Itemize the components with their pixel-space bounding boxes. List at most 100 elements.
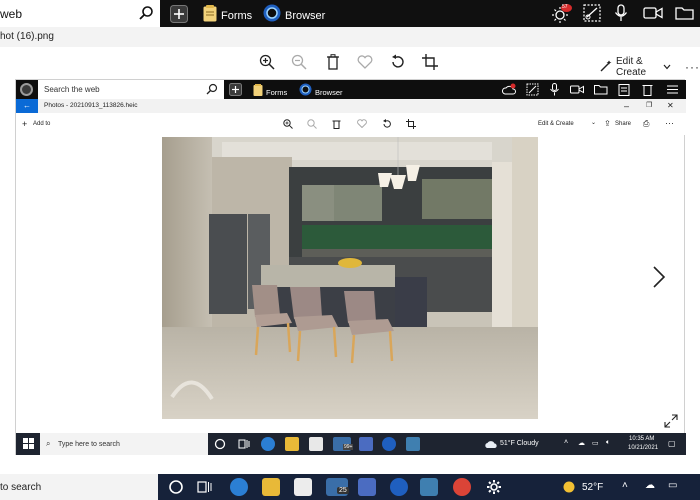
crop-icon[interactable] <box>422 54 438 70</box>
browser-icon <box>263 4 281 27</box>
inner-search-placeholder: Search the web <box>44 85 100 94</box>
inner-taskbar-search[interactable]: ⌕ Type here to search <box>40 433 208 455</box>
photos-icon[interactable] <box>406 437 420 451</box>
windows-start-icon[interactable] <box>23 438 34 449</box>
task-view-icon[interactable] <box>197 479 213 495</box>
outer-edit-create-label: Edit & Create <box>616 56 647 78</box>
store-icon[interactable] <box>309 437 323 451</box>
photos-icon[interactable] <box>420 478 438 496</box>
browser-label: Browser <box>285 9 326 22</box>
more-options-icon[interactable]: ··· <box>665 118 674 128</box>
zoom-in-icon[interactable] <box>259 54 275 70</box>
crop-icon[interactable] <box>406 119 416 129</box>
outer-title-bar: hot (16).png <box>0 27 700 47</box>
chevron-down-icon <box>663 62 671 73</box>
file-explorer-icon[interactable] <box>285 437 299 451</box>
rotate-icon[interactable] <box>382 119 392 129</box>
onedrive-icon[interactable]: ☁ <box>645 480 655 491</box>
notification-icon[interactable]: ▢ <box>668 439 676 448</box>
favorite-heart-icon[interactable] <box>357 55 373 69</box>
edge-icon[interactable] <box>261 437 275 451</box>
settings-gear-icon[interactable] <box>486 479 502 495</box>
microphone-icon[interactable] <box>613 4 629 22</box>
volume-icon[interactable]: 🔈︎ <box>606 439 610 447</box>
browser-icon[interactable] <box>390 478 408 496</box>
mail-badge: 25 <box>337 487 349 494</box>
video-camera-icon[interactable] <box>643 5 663 21</box>
inner-file-name: Photos - 20210913_113826.heic <box>44 102 138 109</box>
delete-icon[interactable] <box>326 54 340 70</box>
rotate-icon[interactable] <box>390 54 406 70</box>
menu-icon[interactable] <box>666 83 679 96</box>
outer-top-bar: web Forms Browser 57 <box>0 0 700 27</box>
delete-icon[interactable] <box>642 83 653 96</box>
snipping-icon[interactable] <box>583 4 601 22</box>
zoom-out-icon[interactable] <box>307 119 317 129</box>
next-arrow-icon[interactable] <box>652 266 666 293</box>
weather-cloud-icon[interactable] <box>484 439 498 449</box>
restore-icon[interactable]: ❐ <box>646 99 652 113</box>
inner-edit-create-button[interactable]: Edit & Create <box>538 121 574 127</box>
forms-icon <box>203 5 217 27</box>
more-options-icon[interactable]: ··· <box>685 60 700 74</box>
folder-icon[interactable] <box>594 84 608 95</box>
video-camera-icon[interactable] <box>570 84 584 95</box>
outer-taskbar-search[interactable]: to search <box>0 474 158 500</box>
inner-weather-text: 51°F Cloudy <box>500 440 539 447</box>
inner-new-tab-button[interactable] <box>229 83 242 96</box>
outer-edit-create-button[interactable]: Edit & Create ··· <box>600 56 700 78</box>
cortana-icon[interactable] <box>168 479 184 495</box>
inner-title-bar: ← Photos - 20210913_113826.heic – ❐ ✕ <box>16 99 686 113</box>
new-tab-button[interactable] <box>170 5 188 23</box>
inner-search-box[interactable]: Search the web <box>38 80 224 99</box>
chevron-up-icon[interactable]: ˄ <box>622 480 628 491</box>
forms-button[interactable]: Forms <box>203 5 252 27</box>
browser-icon[interactable] <box>382 437 396 451</box>
store-icon[interactable] <box>294 478 312 496</box>
expand-icon[interactable] <box>664 414 678 433</box>
chevron-up-icon[interactable]: ˄ <box>564 439 568 446</box>
inner-top-bar: Search the web Forms Browser <box>16 80 686 99</box>
outer-search-box[interactable]: web <box>0 0 160 27</box>
delete-icon[interactable] <box>332 119 341 129</box>
mail-badge: 99+ <box>343 444 354 450</box>
back-arrow-icon[interactable]: ← <box>16 99 38 113</box>
add-to-label[interactable]: Add to <box>33 121 50 127</box>
file-explorer-icon[interactable] <box>262 478 280 496</box>
chrome-icon[interactable] <box>453 478 471 496</box>
app-icon[interactable] <box>358 478 376 496</box>
cortana-icon[interactable] <box>214 438 226 450</box>
minimize-icon[interactable]: – <box>624 99 629 113</box>
print-icon[interactable]: ⎙ <box>643 119 649 129</box>
microphone-icon[interactable] <box>549 83 560 96</box>
folder-icon[interactable] <box>675 5 695 21</box>
inner-clock-date: 10/21/2021 <box>628 445 659 451</box>
notification-badge: 57 <box>562 4 568 10</box>
weather-cloud-icon[interactable] <box>502 83 516 96</box>
task-view-icon[interactable] <box>238 438 250 450</box>
favorite-heart-icon[interactable] <box>357 119 367 128</box>
network-icon[interactable]: ▭ <box>668 480 677 491</box>
zoom-out-icon[interactable] <box>291 54 307 70</box>
outer-taskbar-search-placeholder: to search <box>0 481 42 493</box>
inner-photo-toolbar: + Add to Edit & Create ⌄ ⇪ Share ⎙ ··· <box>16 113 686 135</box>
weather-sun-icon[interactable] <box>562 480 576 494</box>
search-icon[interactable] <box>206 83 218 97</box>
search-icon: ⌕ <box>46 439 51 448</box>
chevron-down-icon: ⌄ <box>591 120 597 126</box>
outer-temperature: 52°F <box>582 482 604 493</box>
search-icon[interactable] <box>138 5 154 26</box>
app-icon[interactable] <box>359 437 373 451</box>
snipping-icon[interactable] <box>526 83 539 96</box>
browser-button[interactable]: Browser <box>263 4 325 27</box>
zoom-in-icon[interactable] <box>283 119 293 129</box>
edge-icon[interactable] <box>230 478 248 496</box>
close-icon[interactable]: ✕ <box>667 99 674 113</box>
add-icon[interactable]: + <box>22 119 27 129</box>
share-icon[interactable]: ⇪ <box>604 119 611 128</box>
network-icon[interactable]: ▭ <box>592 439 599 447</box>
onedrive-icon[interactable]: ☁ <box>578 439 585 447</box>
outer-search-text: web <box>0 6 23 21</box>
clipboard-icon[interactable] <box>618 83 630 96</box>
share-label[interactable]: Share <box>615 121 631 127</box>
